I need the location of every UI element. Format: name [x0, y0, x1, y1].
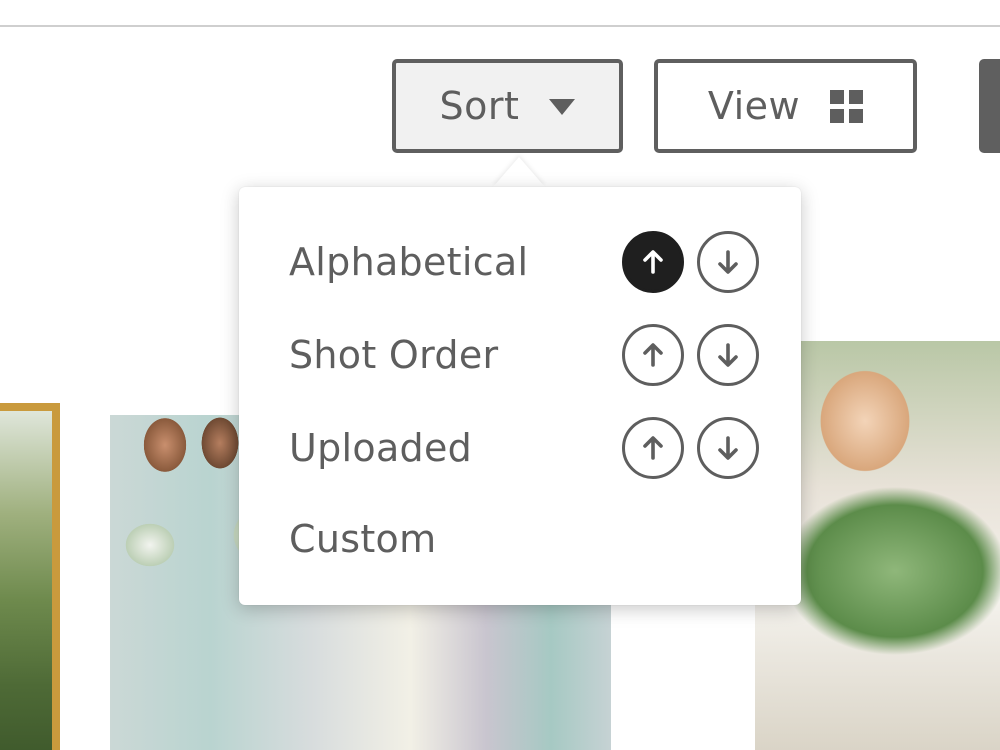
arrow-down-circle-icon[interactable] — [697, 417, 759, 479]
sort-option-label: Alphabetical — [289, 240, 529, 284]
sort-option-custom[interactable]: Custom — [289, 507, 759, 571]
arrow-down-circle-icon[interactable] — [697, 231, 759, 293]
sort-button-label: Sort — [439, 84, 520, 128]
arrow-up-circle-icon[interactable] — [622, 231, 684, 293]
sort-option-label: Custom — [289, 517, 437, 561]
sort-dropdown-menu: Alphabetical Shot Order Uploaded Custom — [239, 187, 801, 605]
view-button[interactable]: View — [654, 59, 917, 153]
header-divider — [0, 25, 1000, 27]
dropdown-pointer — [493, 157, 545, 187]
toolbar-button-partial[interactable] — [979, 59, 1000, 153]
arrow-up-circle-icon[interactable] — [622, 417, 684, 479]
sort-option-label: Uploaded — [289, 426, 473, 470]
sort-option-label: Shot Order — [289, 333, 499, 377]
sort-direction-group — [622, 231, 759, 293]
sort-option-alphabetical[interactable]: Alphabetical — [289, 230, 759, 294]
sort-option-uploaded[interactable]: Uploaded — [289, 416, 759, 480]
arrow-down-circle-icon[interactable] — [697, 324, 759, 386]
sort-option-shot-order[interactable]: Shot Order — [289, 323, 759, 387]
grid-icon — [830, 89, 864, 123]
sort-direction-group — [622, 417, 759, 479]
gallery-page: Sort View Alphabetical Shot Order Upload… — [0, 0, 1000, 750]
view-button-label: View — [707, 84, 801, 128]
sort-button[interactable]: Sort — [392, 59, 623, 153]
arrow-up-circle-icon[interactable] — [622, 324, 684, 386]
photo-detail — [110, 415, 250, 485]
sort-direction-group — [622, 324, 759, 386]
caret-down-icon — [549, 99, 576, 115]
photo-thumbnail-selected[interactable] — [0, 403, 60, 750]
